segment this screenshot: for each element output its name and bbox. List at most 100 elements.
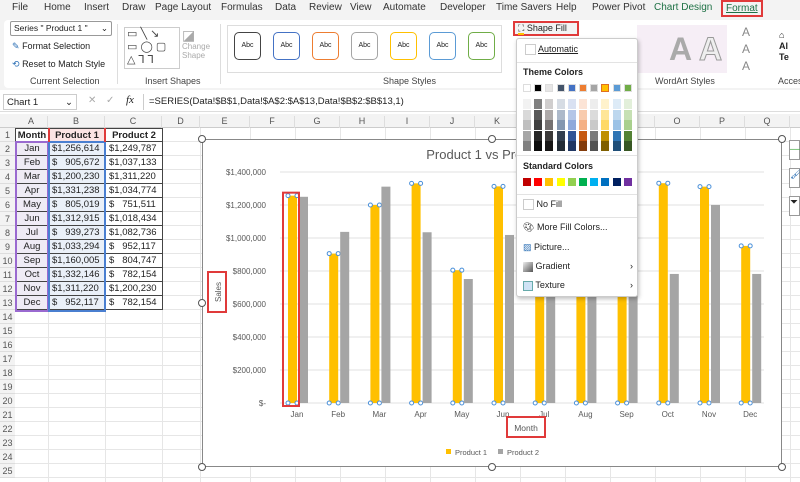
selection-handle[interactable] [418,180,424,186]
theme-shade-swatch[interactable] [612,99,621,109]
column-header-Q[interactable]: Q [745,116,790,128]
selection-handle[interactable] [615,400,621,406]
row-header-10[interactable]: 10 [0,254,15,268]
theme-shade-swatch[interactable] [590,109,599,120]
theme-shade-swatch[interactable] [612,130,621,141]
row-header-20[interactable]: 20 [0,394,15,408]
row-header-15[interactable]: 15 [0,324,15,338]
chart-styles-button[interactable]: 🖌︎ [789,168,800,188]
selection-handle[interactable] [582,400,588,406]
theme-shade-swatch[interactable] [545,99,554,109]
row-header-3[interactable]: 3 [0,156,15,170]
chart-resize-handle[interactable] [198,463,206,471]
theme-shade-swatch[interactable] [623,130,632,141]
theme-shade-swatch[interactable] [545,141,554,151]
row-header-16[interactable]: 16 [0,338,15,352]
theme-shade-swatch[interactable] [612,109,621,120]
bar-product-1-oct[interactable] [658,183,668,403]
selection-handle[interactable] [697,184,703,190]
theme-shade-swatch[interactable] [534,141,543,151]
standard-color-swatch[interactable] [534,178,543,186]
theme-color-swatch[interactable] [579,84,587,92]
theme-shade-swatch[interactable] [590,130,599,141]
theme-shade-swatch[interactable] [579,109,587,120]
theme-shade-swatch[interactable] [612,141,621,151]
table-cell[interactable]: $ 782,154 [105,296,163,310]
text-fill-icons[interactable]: AAA [742,24,750,75]
column-header-G[interactable]: G [295,116,340,128]
bar-product-2-dec[interactable] [752,273,762,403]
selection-handle[interactable] [450,267,456,273]
bar-product-1-apr[interactable] [411,183,421,403]
menu-tab-file[interactable]: File [12,2,28,13]
row-header-1[interactable]: 1 [0,128,15,142]
selection-handle[interactable] [706,184,712,190]
chart-resize-handle[interactable] [778,135,786,143]
shape-fill-button[interactable]: ⛶ Shape Fill ⌄ [513,21,579,44]
header-cell[interactable]: Month [15,128,49,142]
selection-handle[interactable] [532,400,538,406]
alt-text-button[interactable]: ⌂ Al Te [779,30,789,63]
standard-color-swatch[interactable] [601,178,610,186]
name-box[interactable]: Chart 1 ⌄ [3,94,77,110]
menu-tab-power-pivot[interactable]: Power Pivot [592,2,645,13]
row-header-17[interactable]: 17 [0,352,15,366]
theme-shade-swatch[interactable] [579,130,587,141]
selection-handle[interactable] [418,400,424,406]
theme-shade-swatch[interactable] [590,141,599,151]
theme-color-swatch[interactable] [612,84,621,92]
selection-handle[interactable] [285,193,291,199]
theme-shade-swatch[interactable] [545,109,554,120]
theme-color-swatch[interactable] [590,84,599,92]
menu-tab-review[interactable]: Review [309,2,342,13]
column-header-F[interactable]: F [250,116,295,128]
selection-handle[interactable] [500,400,506,406]
row-header-8[interactable]: 8 [0,226,15,240]
header-cell[interactable]: Product 2 [105,128,163,142]
shape-style-1[interactable]: Abc [234,32,261,60]
gradient-option[interactable]: Gradient › [523,261,633,272]
shape-style-4[interactable]: Abc [351,32,378,60]
selection-handle[interactable] [376,202,382,208]
theme-color-swatch[interactable] [567,84,576,92]
row-header-12[interactable]: 12 [0,282,15,296]
bar-product-1-nov[interactable] [700,186,709,403]
change-shape-button[interactable]: ◪ Change Shape [182,28,210,60]
y-axis-title[interactable]: Sales [214,282,223,302]
menu-tab-data[interactable]: Data [275,2,296,13]
theme-shade-swatch[interactable] [601,99,610,109]
confirm-icon[interactable]: ✓ [106,95,114,106]
theme-shade-swatch[interactable] [590,120,599,130]
standard-color-swatch[interactable] [545,178,554,186]
menu-tab-insert[interactable]: Insert [84,2,109,13]
column-header-I[interactable]: I [385,116,430,128]
table-cell[interactable]: $1,018,434 [105,212,163,226]
theme-shade-swatch[interactable] [523,130,531,141]
table-cell[interactable]: $ 804,747 [105,254,163,268]
x-axis-title[interactable]: Month [514,423,538,433]
standard-color-swatch[interactable] [623,178,632,186]
row-header-5[interactable]: 5 [0,184,15,198]
column-header-C[interactable]: C [105,116,162,128]
theme-shade-swatch[interactable] [567,141,576,151]
bar-product-1-jun[interactable] [494,186,503,403]
column-header-E[interactable]: E [200,116,250,128]
chart[interactable]: $- $200,000 $400,000 $600,000 $800,000 $1,000… [198,135,786,471]
cancel-icon[interactable]: ✕ [88,95,96,106]
column-header-A[interactable]: A [15,116,48,128]
menu-tab-automate[interactable]: Automate [383,2,426,13]
reset-style-button[interactable]: ⟲ Reset to Match Style [12,59,105,70]
row-header-19[interactable]: 19 [0,380,15,394]
texture-option[interactable]: Texture › [523,280,633,291]
theme-shade-swatch[interactable] [556,141,565,151]
selection-handle[interactable] [747,400,753,406]
row-header-18[interactable]: 18 [0,366,15,380]
row-header-13[interactable]: 13 [0,296,15,310]
bar-product-2-may[interactable] [463,279,473,403]
selection-handle[interactable] [367,400,373,406]
bar-product-1-jan[interactable] [288,195,297,403]
theme-color-swatch[interactable] [534,84,543,92]
theme-shade-swatch[interactable] [567,120,576,130]
standard-color-swatch[interactable] [567,178,576,186]
format-selection-button[interactable]: ✎ Format Selection [12,41,90,52]
